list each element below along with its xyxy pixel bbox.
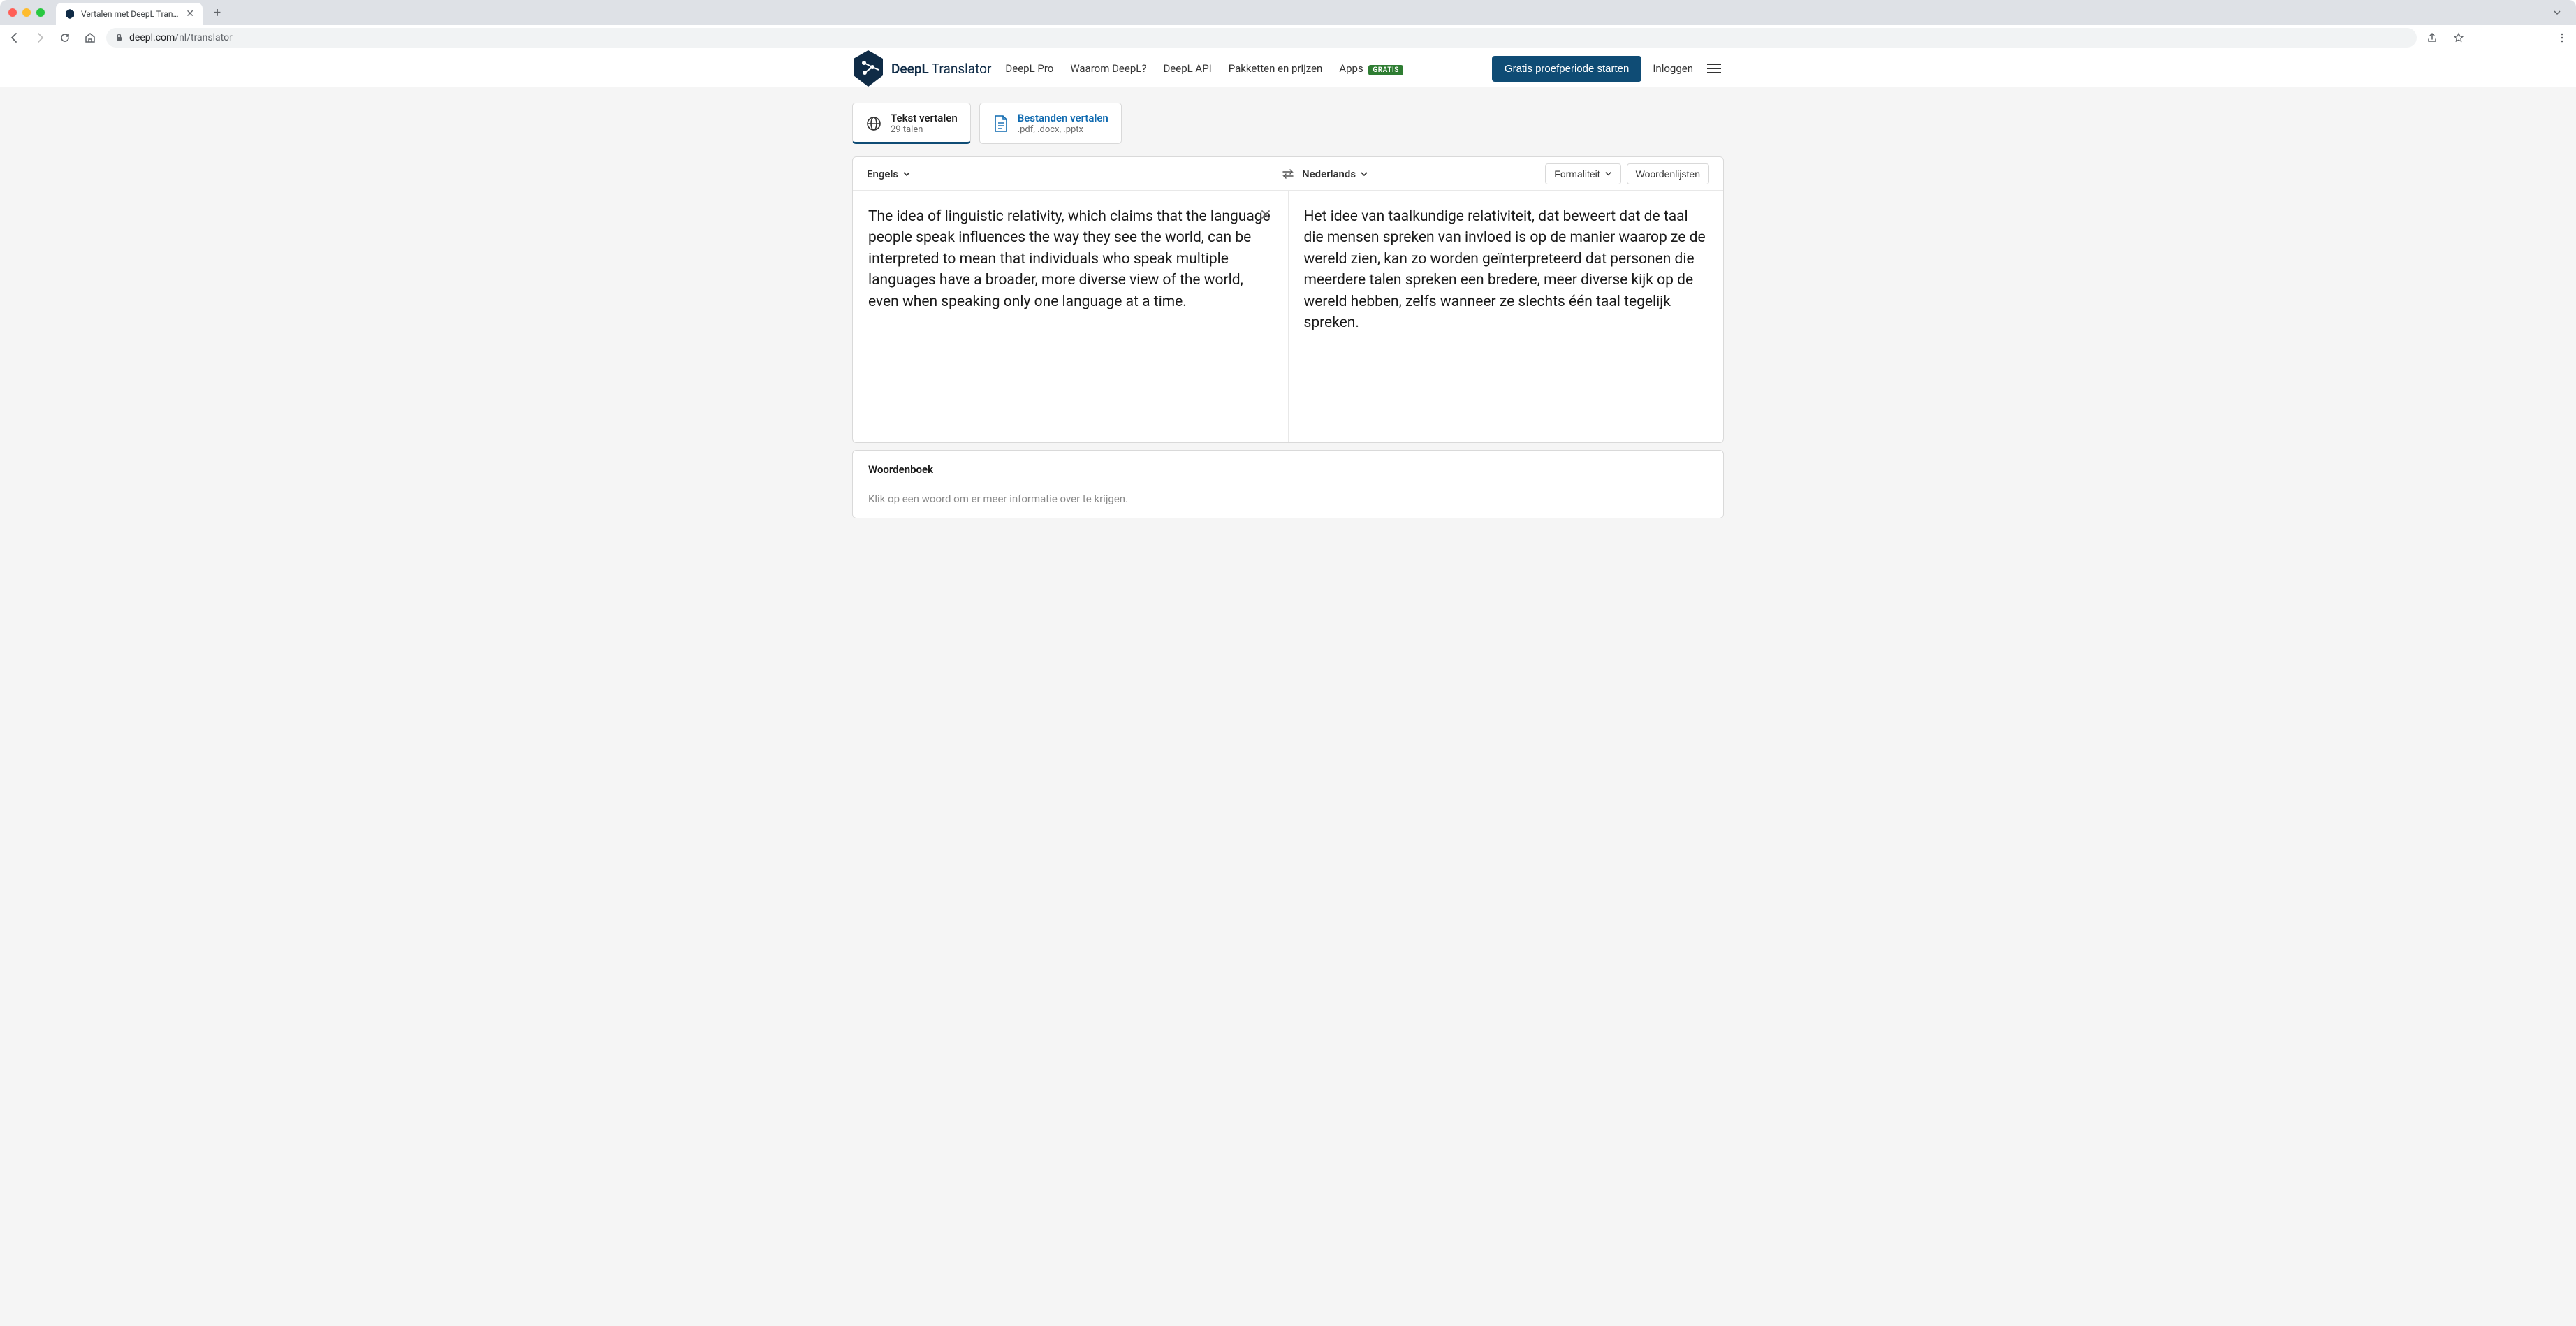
home-button[interactable] xyxy=(81,29,99,47)
chevron-down-icon xyxy=(1360,170,1368,178)
document-icon xyxy=(993,115,1009,132)
dictionary-title: Woordenboek xyxy=(868,463,1708,476)
nav-why-deepl[interactable]: Waarom DeepL? xyxy=(1070,62,1146,75)
dictionary-hint: Klik op een woord om er meer informatie … xyxy=(868,493,1708,505)
nav-apps[interactable]: Apps GRATIS xyxy=(1339,62,1403,75)
mode-tab-files-sub: .pdf, .docx, .pptx xyxy=(1018,124,1108,135)
gratis-badge: GRATIS xyxy=(1368,65,1403,75)
globe-icon xyxy=(865,115,882,132)
text-panes: The idea of linguistic relativity, which… xyxy=(853,191,1723,442)
mode-tab-text-title: Tekst vertalen xyxy=(891,112,958,124)
logo[interactable]: DeepL Translator xyxy=(852,49,991,88)
mode-tab-text[interactable]: Tekst vertalen 29 talen xyxy=(852,103,971,144)
logo-mark-icon xyxy=(852,49,884,88)
close-window-button[interactable] xyxy=(8,8,17,17)
source-pane: The idea of linguistic relativity, which… xyxy=(853,191,1289,442)
dictionary-box: Woordenboek Klik op een woord om er meer… xyxy=(852,450,1724,518)
new-tab-button[interactable]: + xyxy=(208,6,226,20)
translator: Engels Nederlands xyxy=(841,156,1735,443)
nav-deepl-api[interactable]: DeepL API xyxy=(1163,62,1211,75)
swap-languages-button[interactable] xyxy=(1277,163,1299,184)
mode-tab-files-title: Bestanden vertalen xyxy=(1018,112,1108,124)
url-text: deepl.com/nl/translator xyxy=(129,32,233,43)
glossary-button[interactable]: Woordenlijsten xyxy=(1627,163,1709,184)
menu-button[interactable] xyxy=(1704,61,1724,76)
tab-search-button[interactable] xyxy=(2547,8,2568,17)
formality-button[interactable]: Formaliteit xyxy=(1545,163,1620,184)
mode-tab-files[interactable]: Bestanden vertalen .pdf, .docx, .pptx xyxy=(979,103,1122,144)
reload-button[interactable] xyxy=(56,29,74,47)
toolbar-right xyxy=(2424,29,2570,46)
browser-toolbar: deepl.com/nl/translator xyxy=(0,25,2576,50)
main-nav: DeepL Pro Waarom DeepL? DeepL API Pakket… xyxy=(1005,62,1403,75)
tab-favicon-icon xyxy=(64,8,75,20)
minimize-window-button[interactable] xyxy=(22,8,31,17)
mode-tab-text-sub: 29 talen xyxy=(891,124,958,135)
tab-close-icon[interactable]: ✕ xyxy=(186,8,194,20)
source-language-selector[interactable]: Engels xyxy=(867,168,911,180)
target-pane: Het idee van taalkundige relativiteit, d… xyxy=(1289,191,1724,442)
lock-icon xyxy=(115,33,124,42)
logo-text: DeepL Translator xyxy=(891,61,991,77)
translator-box: Engels Nederlands xyxy=(852,156,1724,443)
header-right: Gratis proefperiode starten Inloggen xyxy=(1492,56,1724,82)
address-bar[interactable]: deepl.com/nl/translator xyxy=(106,28,2417,48)
bookmark-button[interactable] xyxy=(2450,29,2467,46)
target-language-selector[interactable]: Nederlands xyxy=(1302,168,1368,180)
nav-plans[interactable]: Pakketten en prijzen xyxy=(1229,62,1323,75)
back-button[interactable] xyxy=(6,29,24,47)
forward-button[interactable] xyxy=(31,29,49,47)
browser-tab[interactable]: Vertalen met DeepL Translate ✕ xyxy=(56,3,203,25)
page-content: DeepL Translator DeepL Pro Waarom DeepL?… xyxy=(0,50,2576,1326)
source-text-input[interactable]: The idea of linguistic relativity, which… xyxy=(868,206,1273,312)
start-trial-button[interactable]: Gratis proefperiode starten xyxy=(1492,56,1641,82)
target-text-output[interactable]: Het idee van taalkundige relativiteit, d… xyxy=(1304,206,1708,334)
tab-bar: Vertalen met DeepL Translate ✕ + xyxy=(0,0,2576,25)
dictionary-section: Woordenboek Klik op een woord om er meer… xyxy=(841,450,1735,518)
maximize-window-button[interactable] xyxy=(36,8,45,17)
tab-title: Vertalen met DeepL Translate xyxy=(81,9,180,19)
window-controls xyxy=(8,8,45,17)
target-lang-side: Nederlands Formaliteit Woordenlijsten xyxy=(1288,163,1723,184)
mode-tabs: Tekst vertalen 29 talen Bestanden vertal… xyxy=(841,87,1735,144)
browser-chrome: Vertalen met DeepL Translate ✕ + deepl.c… xyxy=(0,0,2576,50)
login-link[interactable]: Inloggen xyxy=(1653,62,1693,75)
clear-source-button[interactable] xyxy=(1257,206,1274,223)
source-lang-side: Engels xyxy=(853,168,1288,180)
chevron-down-icon xyxy=(902,170,911,178)
nav-deepl-pro[interactable]: DeepL Pro xyxy=(1005,62,1053,75)
site-header: DeepL Translator DeepL Pro Waarom DeepL?… xyxy=(0,50,2576,87)
target-controls: Formaliteit Woordenlijsten xyxy=(1545,163,1709,184)
language-bar: Engels Nederlands xyxy=(853,157,1723,191)
browser-menu-button[interactable] xyxy=(2554,29,2570,46)
share-button[interactable] xyxy=(2424,29,2440,46)
